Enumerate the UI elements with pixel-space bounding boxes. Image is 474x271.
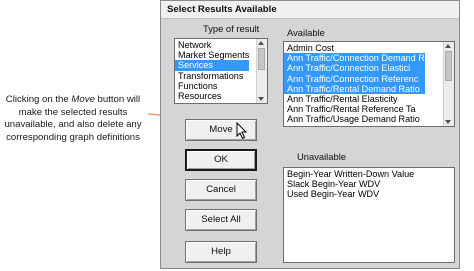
- list-item[interactable]: Used Begin-Year WDV: [284, 189, 414, 199]
- list-item[interactable]: Network: [175, 40, 249, 50]
- list-item[interactable]: Market Segments: [175, 50, 249, 60]
- callout-line-4: corresponding graph definitions: [6, 131, 140, 143]
- list-item[interactable]: Ann Traffic/Rental Demand Ratio: [284, 83, 425, 95]
- unavailable-items: Begin-Year Written-Down Value Slack Begin…: [284, 169, 414, 200]
- list-item[interactable]: Ann Traffic/Connection Elastici: [284, 63, 425, 74]
- scroll-thumb[interactable]: [258, 48, 265, 70]
- scroll-down-arrow-icon[interactable]: [445, 120, 451, 124]
- list-item[interactable]: Transformations: [175, 71, 249, 81]
- available-items: Admin Cost Ann Traffic/Connection Demand …: [284, 43, 425, 125]
- type-of-result-label: Type of result: [203, 23, 260, 34]
- mouse-cursor-icon: [236, 122, 248, 140]
- callout-line-2: make the selected results: [18, 106, 128, 118]
- list-item[interactable]: Slack Begin-Year WDV: [284, 179, 414, 189]
- list-item[interactable]: Resources: [175, 91, 249, 101]
- unavailable-label: Unavailable: [297, 151, 346, 162]
- type-of-result-items: Network Market Segments Services Transforma…: [175, 40, 250, 101]
- available-label: Available: [287, 27, 325, 38]
- ok-button[interactable]: OK: [185, 149, 257, 171]
- list-item[interactable]: Functions: [175, 81, 249, 91]
- callout-line-1-suffix: button will: [94, 94, 141, 105]
- list-item[interactable]: Ann Traffic/Rental Elasticity: [284, 94, 425, 104]
- list-item[interactable]: Services: [175, 60, 250, 71]
- cancel-button[interactable]: Cancel: [185, 179, 257, 201]
- help-button[interactable]: Help: [185, 241, 257, 263]
- type-list-scrollbar[interactable]: [256, 39, 267, 103]
- select-results-dialog: Select Results Available Type of result …: [160, 0, 460, 269]
- callout-line-1-prefix: Clicking on the: [5, 94, 72, 105]
- scroll-down-arrow-icon[interactable]: [258, 97, 264, 101]
- type-of-result-list[interactable]: Network Market Segments Services Transforma…: [174, 38, 268, 104]
- scroll-up-arrow-icon[interactable]: [445, 44, 451, 48]
- scroll-thumb[interactable]: [445, 51, 452, 81]
- dialog-title: Select Results Available: [161, 1, 459, 19]
- available-list[interactable]: Admin Cost Ann Traffic/Connection Demand …: [283, 41, 455, 127]
- callout-line-1: Clicking on the Move button will: [0, 94, 146, 107]
- list-item[interactable]: Ann Traffic/Rental Reference Ta: [284, 104, 425, 114]
- callout-line-3: unavailable, and also delete any: [4, 119, 142, 130]
- unavailable-list[interactable]: Begin-Year Written-Down Value Slack Begin…: [283, 167, 455, 263]
- move-button-callout: Clicking on the Move button will make th…: [0, 94, 146, 144]
- callout-move-word: Move: [71, 94, 95, 105]
- scroll-up-arrow-icon[interactable]: [258, 41, 264, 45]
- select-all-button[interactable]: Select All: [185, 209, 257, 231]
- list-item[interactable]: Begin-Year Written-Down Value: [284, 169, 414, 179]
- list-item[interactable]: Ann Traffic/Usage Demand Ratio: [284, 114, 425, 124]
- available-list-scrollbar[interactable]: [443, 42, 454, 126]
- list-item[interactable]: Ann Traffic/Connection Referenc: [284, 73, 425, 84]
- list-item[interactable]: Ann Traffic/Connection Demand R: [284, 53, 425, 64]
- list-item[interactable]: Admin Cost: [284, 43, 425, 53]
